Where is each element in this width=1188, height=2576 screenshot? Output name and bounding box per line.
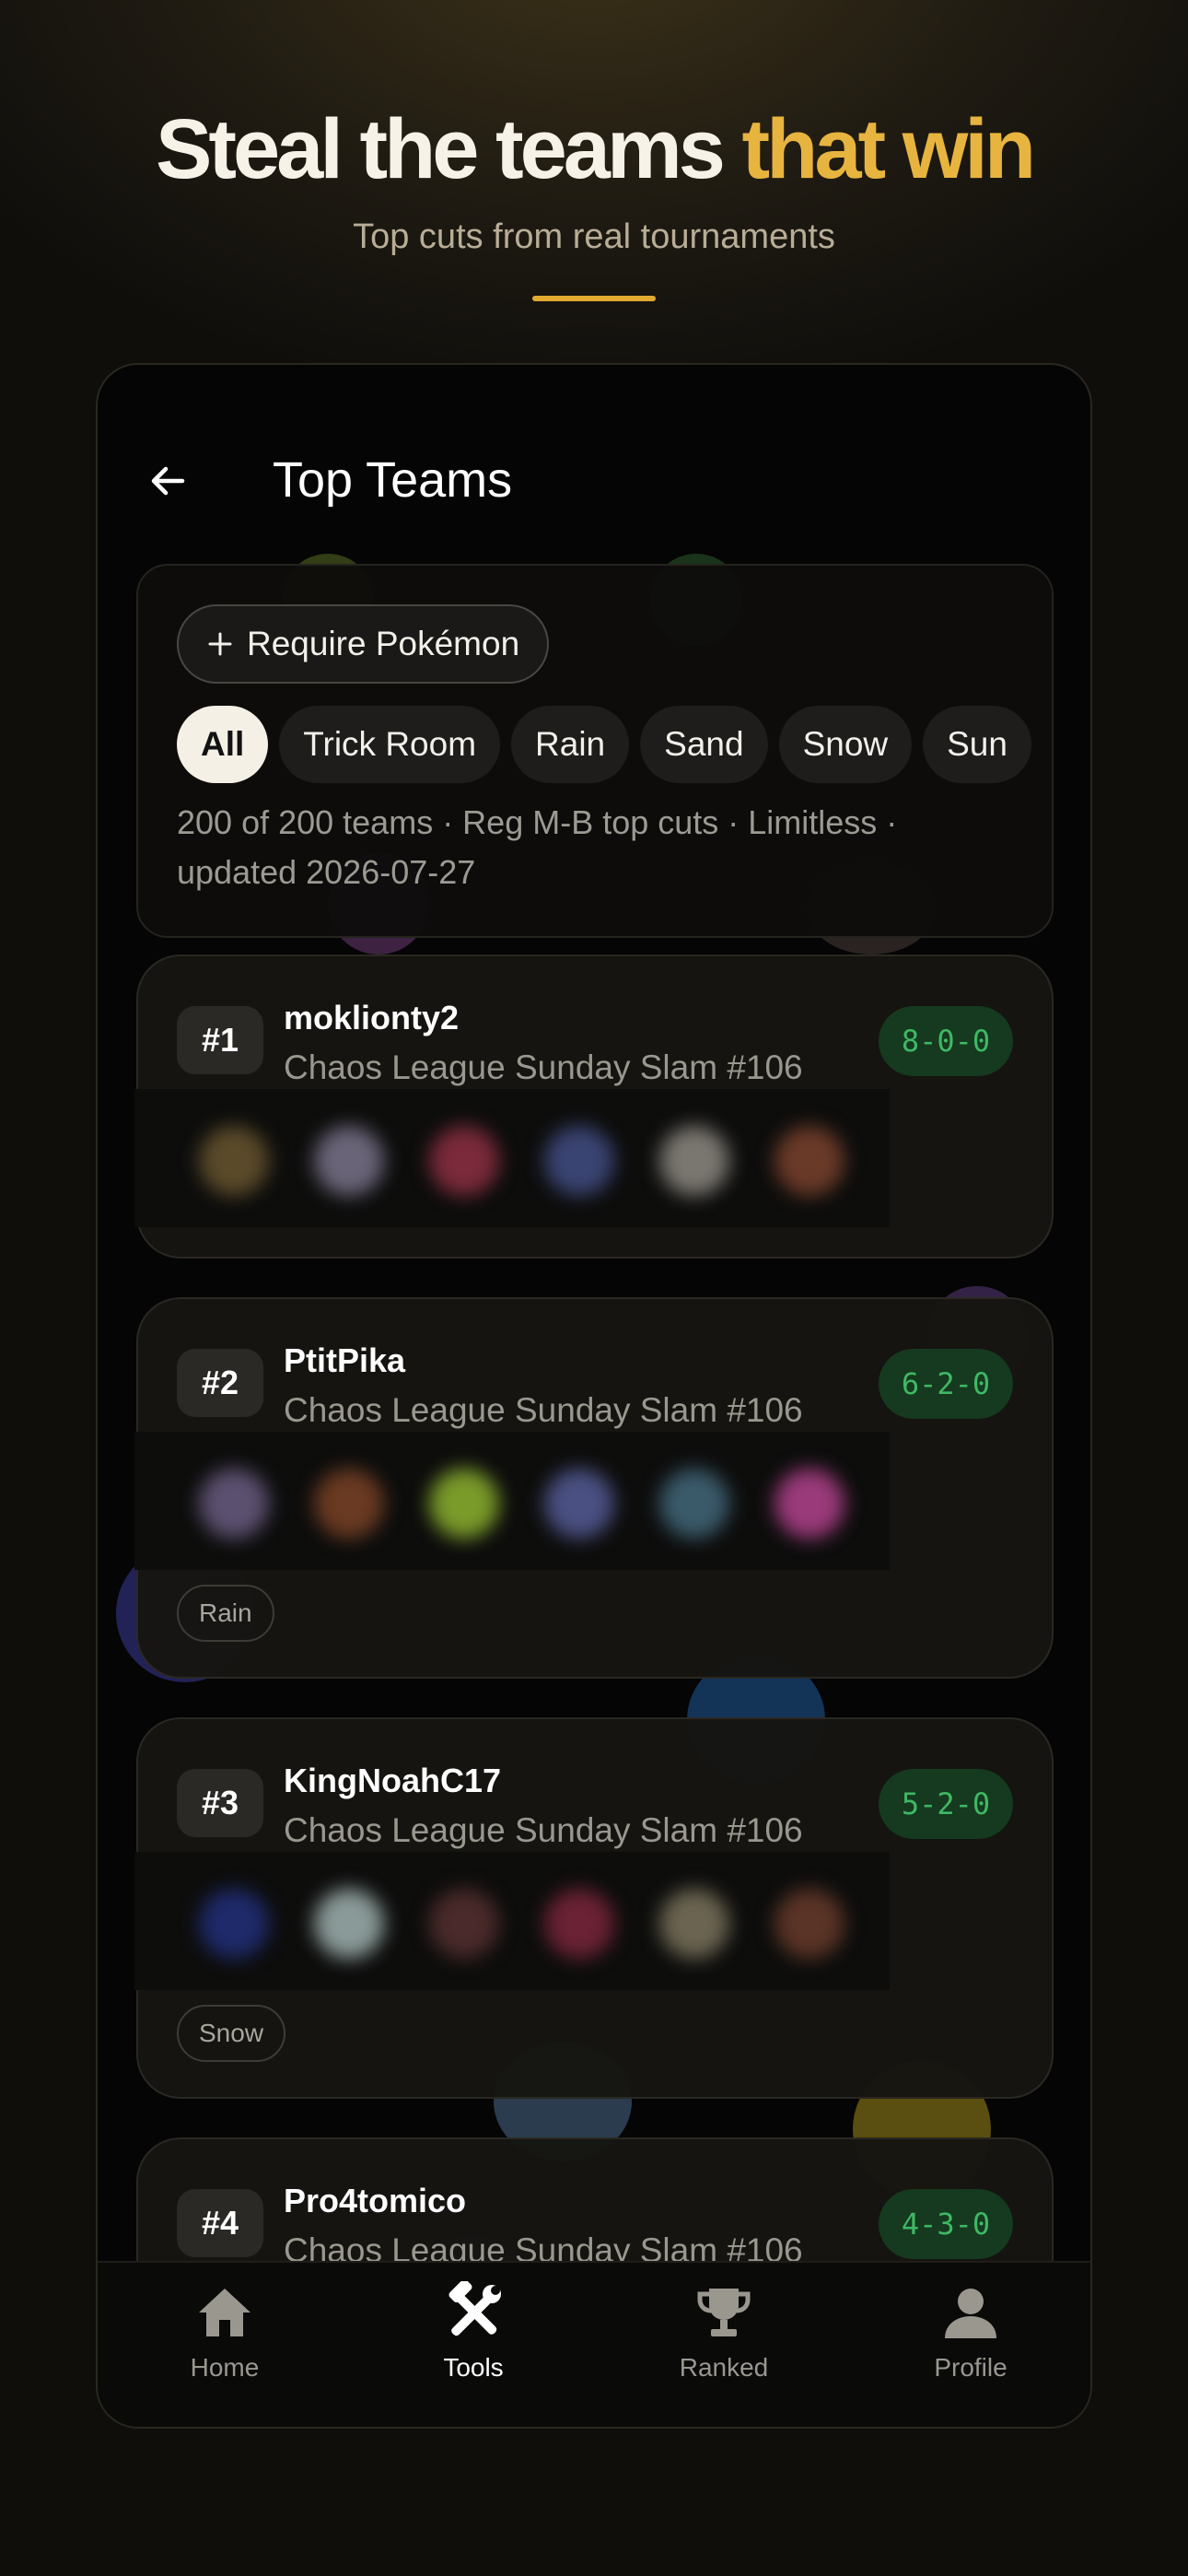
hero-title-main: Steal the teams	[155, 102, 742, 196]
home-icon	[192, 2279, 258, 2346]
player-name: PtitPika	[284, 1341, 406, 1379]
pokemon-sprite	[314, 1469, 384, 1539]
pokemon-sprite	[314, 1889, 384, 1959]
hero-title: Steal the teams that win	[0, 101, 1188, 198]
event-name: Chaos League Sunday Slam #106	[284, 1811, 803, 1849]
hero-subtitle: Top cuts from real tournaments	[353, 217, 835, 256]
archetype-chip-row: All Trick Room Rain Sand Snow Sun	[177, 706, 1031, 783]
pokemon-sprite	[429, 1126, 499, 1196]
event-name: Chaos League Sunday Slam #106	[284, 1391, 803, 1429]
chip-rain[interactable]: Rain	[511, 706, 630, 783]
pokemon-sprite	[199, 1126, 269, 1196]
bottom-tab-bar: Home Tools Ranked Profile	[98, 2261, 1090, 2427]
pokemon-sprite	[429, 1469, 499, 1539]
pokemon-sprite	[544, 1889, 614, 1959]
record-badge: 6-2-0	[879, 1349, 1013, 1419]
record-badge: 4-3-0	[879, 2189, 1013, 2259]
chip-snow[interactable]: Snow	[778, 706, 913, 783]
back-button[interactable]	[134, 448, 201, 514]
pokemon-sprite	[659, 1469, 729, 1539]
tab-label: Profile	[934, 2353, 1007, 2382]
event-name: Chaos League Sunday Slam #106	[284, 1048, 803, 1086]
record-badge: 8-0-0	[879, 1006, 1013, 1076]
rank-badge: #3	[177, 1769, 263, 1837]
require-pokemon-button[interactable]: Require Pokémon	[177, 604, 550, 684]
results-summary: 200 of 200 teams · Reg M-B top cuts · Li…	[177, 803, 898, 891]
team-sprites	[134, 1852, 890, 1990]
tab-ranked[interactable]: Ranked	[632, 2279, 816, 2408]
team-card[interactable]: #4 Pro4tomico Chaos League Sunday Slam #…	[136, 2137, 1054, 2263]
chip-trick-room[interactable]: Trick Room	[279, 706, 501, 783]
tab-profile[interactable]: Profile	[879, 2279, 1063, 2408]
tab-home[interactable]: Home	[133, 2279, 317, 2408]
phone-frame: Top Teams Require Pokémon All Trick Room…	[96, 363, 1092, 2429]
tab-label: Home	[190, 2353, 260, 2382]
player-name: moklionty2	[284, 999, 460, 1036]
require-pokemon-label: Require Pokémon	[247, 625, 520, 662]
team-sprites	[134, 1089, 890, 1227]
archetype-tag: Snow	[177, 2005, 286, 2062]
app-header: Top Teams	[98, 420, 1090, 540]
tools-icon	[440, 2279, 507, 2346]
player-name: Pro4tomico	[284, 2182, 467, 2219]
pokemon-sprite	[659, 1889, 729, 1959]
rank-badge: #2	[177, 1349, 263, 1417]
pokemon-sprite	[775, 1889, 844, 1959]
chip-all[interactable]: All	[177, 706, 269, 783]
pokemon-sprite	[544, 1126, 614, 1196]
screen-title: Top Teams	[273, 452, 513, 508]
arrow-left-icon	[151, 466, 185, 496]
chip-sun[interactable]: Sun	[923, 706, 1031, 783]
record-badge: 5-2-0	[879, 1769, 1013, 1839]
pokemon-sprite	[314, 1126, 384, 1196]
team-sprites	[134, 1432, 890, 1570]
pokemon-sprite	[199, 1469, 269, 1539]
rank-badge: #4	[177, 2189, 263, 2257]
filter-card: Require Pokémon All Trick Room Rain Sand…	[136, 564, 1054, 938]
team-card[interactable]: #3 KingNoahC17 Chaos League Sunday Slam …	[134, 1717, 1054, 2099]
team-list[interactable]: Require Pokémon All Trick Room Rain Sand…	[98, 549, 1090, 2263]
team-card[interactable]: #1 moklionty2 Chaos League Sunday Slam #…	[134, 954, 1054, 1259]
pokemon-sprite	[775, 1469, 844, 1539]
profile-icon	[938, 2279, 1004, 2346]
pokemon-sprite	[659, 1126, 729, 1196]
pokemon-sprite	[775, 1126, 844, 1196]
tab-tools[interactable]: Tools	[381, 2279, 565, 2408]
event-name: Chaos League Sunday Slam #106	[284, 2231, 803, 2263]
pokemon-sprite	[199, 1889, 269, 1959]
tab-label: Ranked	[679, 2353, 769, 2382]
archetype-tag: Rain	[177, 1585, 274, 1642]
player-name: KingNoahC17	[284, 1762, 502, 1799]
hero-title-accent: that win	[741, 102, 1037, 196]
rank-badge: #1	[177, 1006, 263, 1074]
hero-divider	[532, 296, 656, 301]
plus-icon	[208, 632, 232, 656]
team-card[interactable]: #2 PtitPika Chaos League Sunday Slam #10…	[134, 1297, 1054, 1679]
tab-label: Tools	[443, 2353, 504, 2382]
pokemon-sprite	[429, 1889, 499, 1959]
chip-sand[interactable]: Sand	[640, 706, 768, 783]
pokemon-sprite	[544, 1469, 614, 1539]
trophy-icon	[691, 2279, 757, 2346]
